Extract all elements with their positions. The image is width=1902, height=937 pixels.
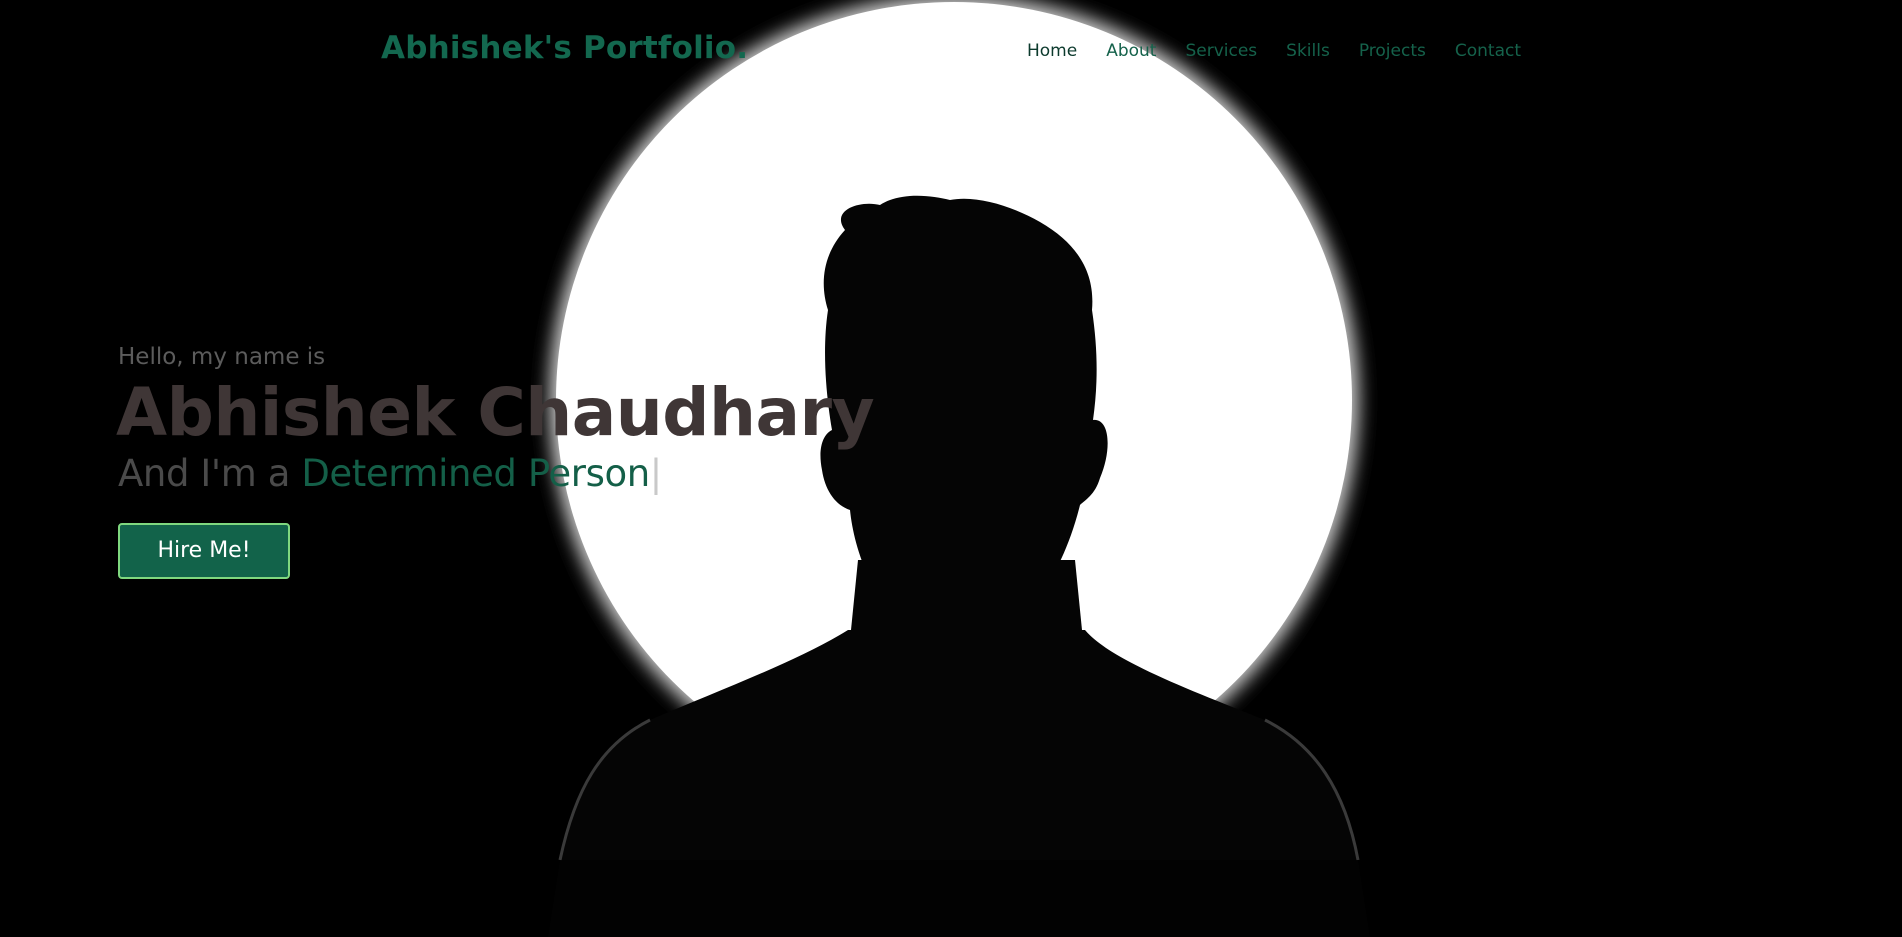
nav-item-about[interactable]: About <box>1106 41 1156 61</box>
typing-caret: | <box>649 452 662 495</box>
nav-item-contact[interactable]: Contact <box>1455 41 1521 61</box>
hire-me-button[interactable]: Hire Me! <box>118 523 290 579</box>
brand-logo[interactable]: Abhishek's Portfolio. <box>381 30 748 66</box>
hero-name: Abhishek Chaudhary <box>116 374 875 451</box>
nav-menu: Home About Services Skills Projects Cont… <box>1027 41 1550 61</box>
role-prefix: And I'm a <box>118 452 302 495</box>
hero-content: Hello, my name is Abhishek Chaudhary And… <box>116 344 875 579</box>
portfolio-page: Abhishek's Portfolio. Home About Service… <box>0 0 1902 937</box>
typed-role-text: Determined Person <box>301 452 650 495</box>
greeting-text: Hello, my name is <box>118 344 326 370</box>
role-line: And I'm a Determined Person| <box>118 452 874 495</box>
nav-item-services[interactable]: Services <box>1185 41 1257 61</box>
navbar: Abhishek's Portfolio. Home About Service… <box>0 0 1902 102</box>
nav-item-skills[interactable]: Skills <box>1286 41 1330 61</box>
nav-item-projects[interactable]: Projects <box>1359 41 1426 61</box>
nav-item-home[interactable]: Home <box>1027 41 1077 61</box>
